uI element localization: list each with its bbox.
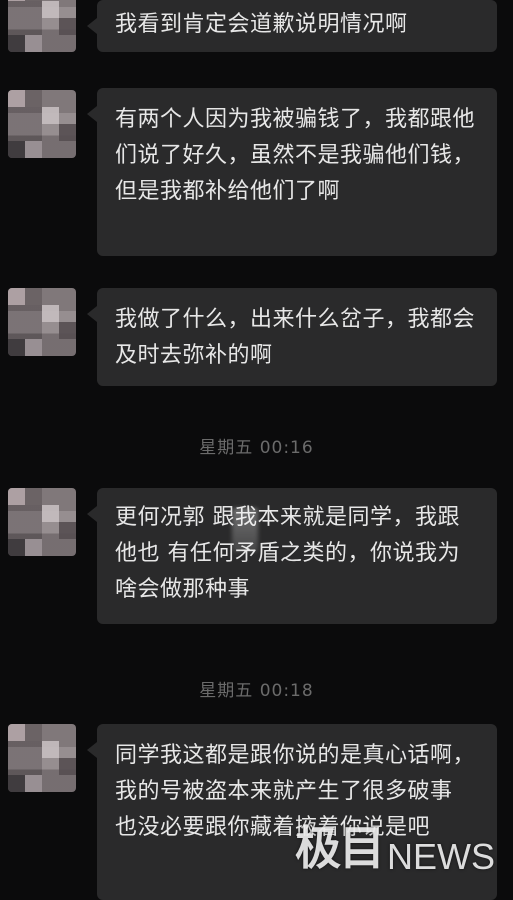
message-text: 有两个人因为我被骗钱了，我都跟他们说了好久，虽然不是我骗他们钱，但是我都补给他们… bbox=[115, 107, 476, 204]
avatar[interactable] bbox=[8, 724, 76, 792]
watermark-cn-text: 极目 bbox=[295, 821, 385, 875]
avatar[interactable] bbox=[8, 288, 76, 356]
message-bubble[interactable]: 我看到肯定会道歉说明情况啊 bbox=[87, 0, 497, 52]
avatar[interactable] bbox=[8, 90, 76, 158]
avatar[interactable] bbox=[8, 488, 76, 556]
blur-smear bbox=[232, 508, 258, 552]
message-bubble[interactable]: 更何况郭 跟我本来就是同学，我跟他也 有任何矛盾之类的，你说我为啥会做那种事 bbox=[87, 488, 497, 624]
timestamp: 星期五 00:16 bbox=[199, 438, 314, 458]
watermark-en-text: NEWS bbox=[387, 836, 495, 877]
message-text: 更何况郭 跟我本来就是同学，我跟他也 有任何矛盾之类的，你说我为啥会做那种事 bbox=[115, 505, 460, 602]
message-text: 我看到肯定会道歉说明情况啊 bbox=[115, 12, 408, 37]
message-text: 我做了什么，出来什么岔子，我都会及时去弥补的啊 bbox=[115, 307, 476, 368]
message-bubble[interactable]: 我做了什么，出来什么岔子，我都会及时去弥补的啊 bbox=[87, 288, 497, 386]
message-bubble[interactable]: 有两个人因为我被骗钱了，我都跟他们说了好久，虽然不是我骗他们钱，但是我都补给他们… bbox=[87, 88, 497, 256]
news-watermark: 极目 NEWS bbox=[295, 812, 495, 878]
chat-conversation: 我看到肯定会道歉说明情况啊 有两个人因为我被骗钱了，我都跟他们说了好久，虽然不是… bbox=[0, 0, 513, 900]
timestamp: 星期五 00:18 bbox=[199, 681, 314, 701]
avatar[interactable] bbox=[8, 0, 76, 52]
